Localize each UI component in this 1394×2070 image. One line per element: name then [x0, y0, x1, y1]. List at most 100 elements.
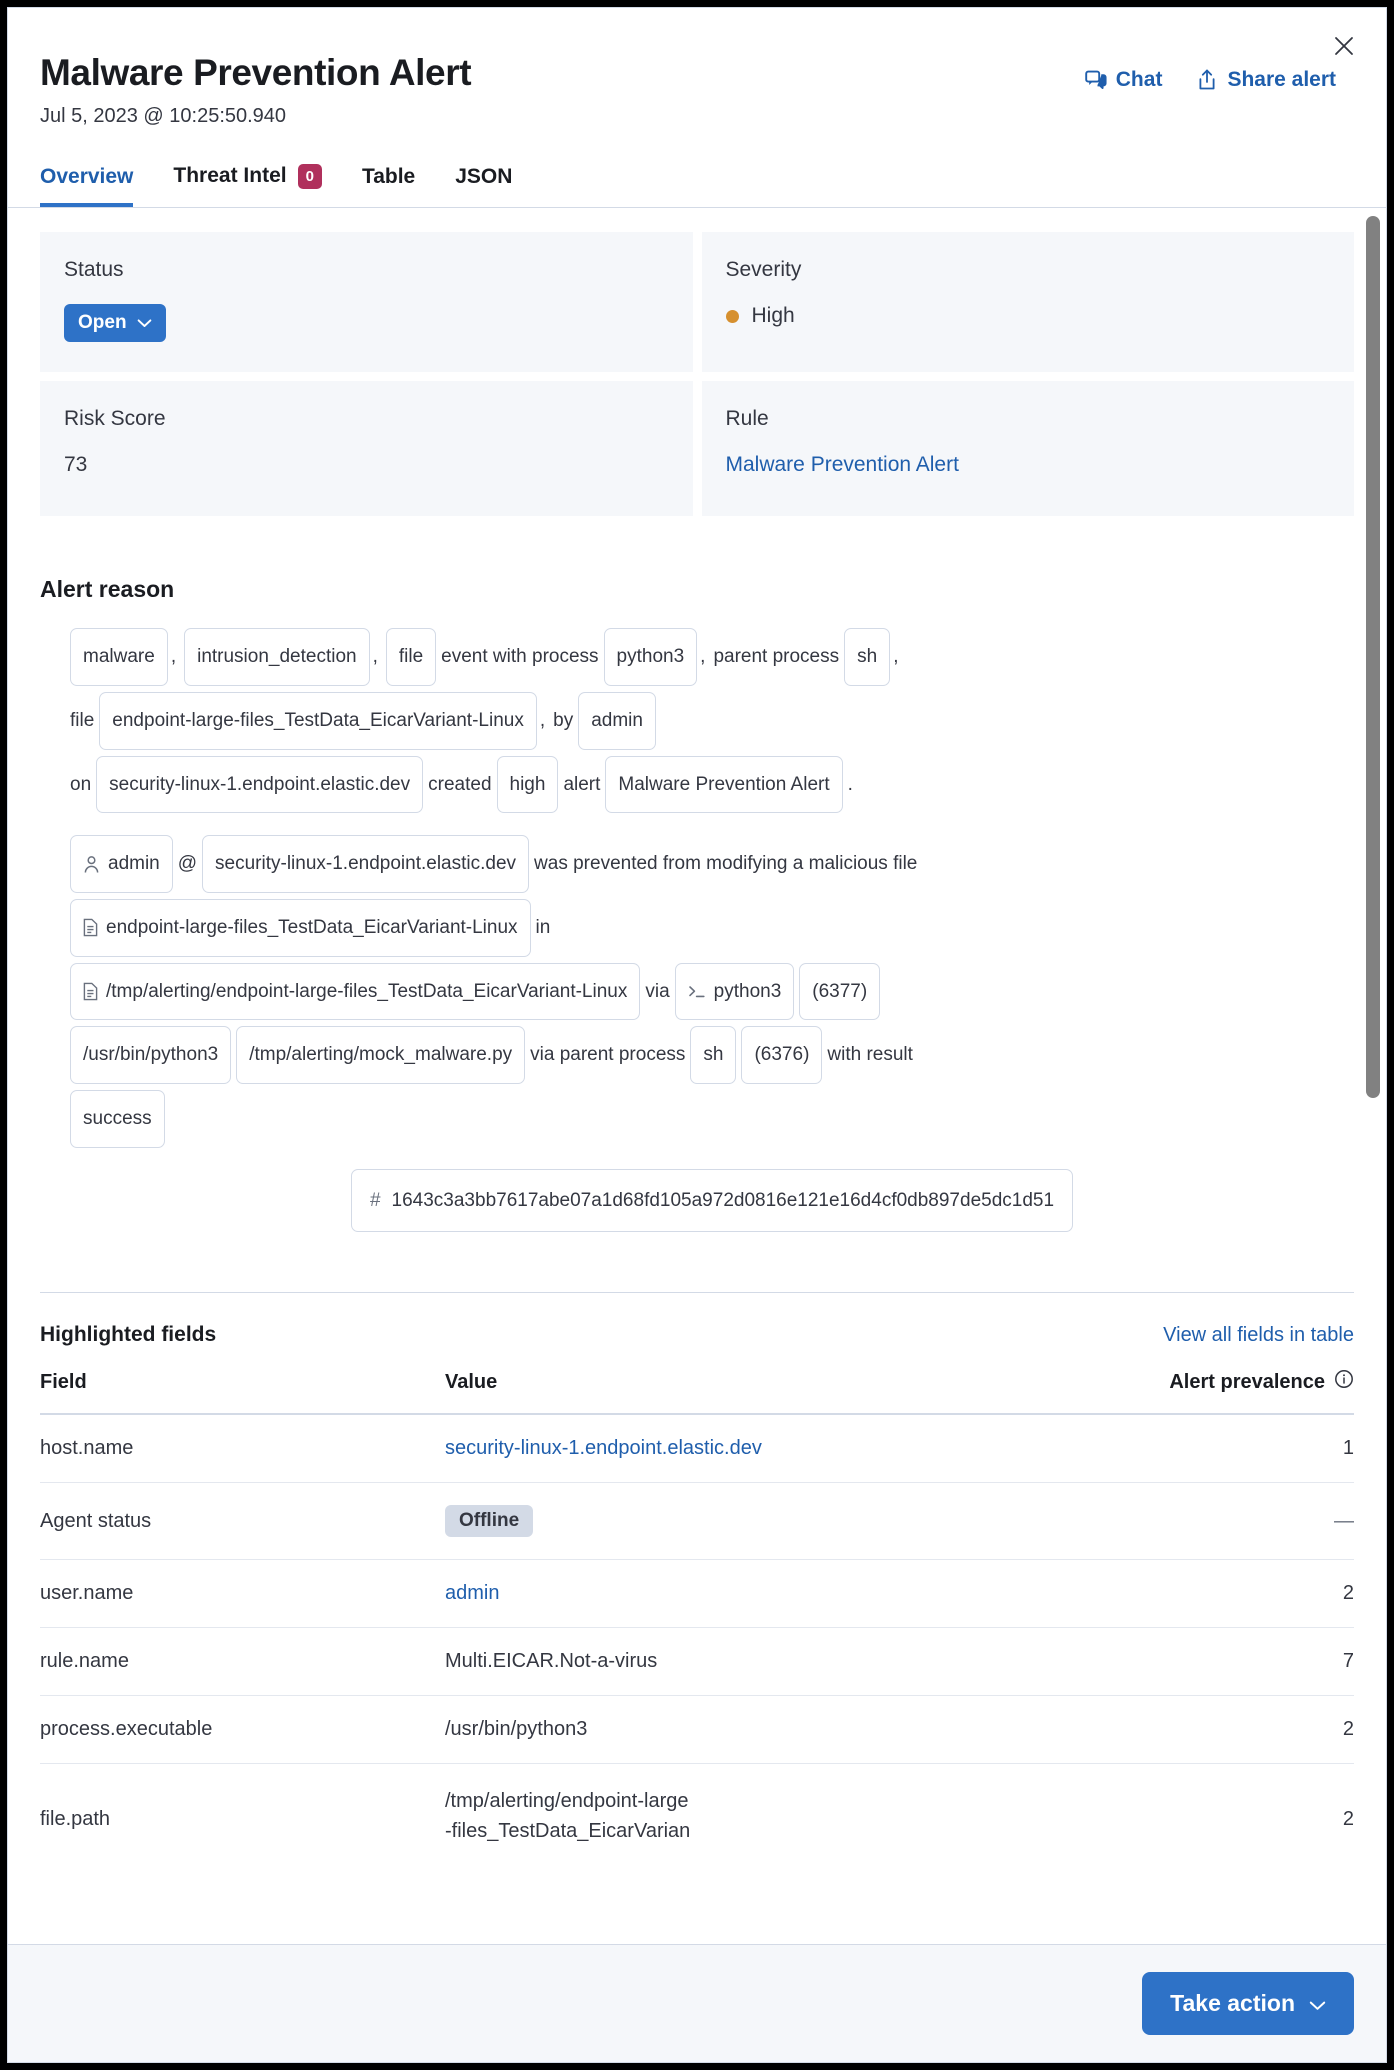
- field-name: host.name: [40, 1414, 445, 1484]
- status-dropdown-button[interactable]: Open: [64, 304, 166, 343]
- reason-text-file: file: [70, 709, 95, 731]
- token-process-executable[interactable]: /usr/bin/python3: [70, 1026, 232, 1085]
- chevron-down-icon: [1309, 1990, 1326, 2017]
- field-prevalence[interactable]: 2: [1104, 1559, 1354, 1629]
- token-parent-process-name[interactable]: sh: [690, 1026, 737, 1085]
- token-file-path[interactable]: /tmp/alerting/endpoint-large-files_TestD…: [70, 962, 641, 1021]
- tab-overview[interactable]: Overview: [40, 159, 134, 208]
- field-prevalence[interactable]: 1: [1104, 1414, 1354, 1484]
- risk-score-value: 73: [64, 453, 88, 477]
- scrollbar-thumb[interactable]: [1366, 216, 1380, 1099]
- column-header-value: Value: [445, 1369, 1104, 1416]
- overview-panel: Status Open Severity High Risk Score 73 …: [8, 208, 1386, 1944]
- severity-dot-icon: [725, 309, 739, 323]
- reason-text-on: on: [70, 773, 92, 795]
- reason-text-period: .: [847, 773, 853, 795]
- token-process-name[interactable]: python3: [603, 628, 698, 686]
- chevron-down-icon: [137, 312, 152, 334]
- token-process-args[interactable]: /tmp/alerting/mock_malware.py: [236, 1026, 526, 1085]
- token-file-name[interactable]: endpoint-large-files_TestData_EicarVaria…: [70, 899, 531, 957]
- token-rule-name[interactable]: Malware Prevention Alert: [605, 755, 843, 814]
- tab-json[interactable]: JSON: [455, 159, 512, 207]
- token-host-name[interactable]: security-linux-1.endpoint.elastic.dev: [202, 835, 530, 894]
- info-icon[interactable]: [1334, 1369, 1354, 1395]
- tab-threat-intel-label: Threat Intel: [173, 164, 287, 188]
- reason-line-3: on security-linux-1.endpoint.elastic.dev…: [70, 753, 1354, 817]
- token-event-outcome[interactable]: success: [70, 1090, 165, 1148]
- column-header-prevalence-label: Alert prevalence: [1169, 1370, 1325, 1393]
- reason-text-via: via: [645, 980, 670, 1002]
- table-row: Agent status Offline —: [40, 1482, 1354, 1561]
- take-action-button[interactable]: Take action: [1142, 1972, 1354, 2035]
- field-value: Multi.EICAR.Not-a-virus: [445, 1627, 1104, 1697]
- host-name-link[interactable]: security-linux-1.endpoint.elastic.dev: [445, 1437, 762, 1459]
- token-file-name[interactable]: endpoint-large-files_TestData_EicarVaria…: [99, 691, 537, 750]
- field-prevalence: —: [1104, 1482, 1354, 1561]
- section-divider: [40, 1292, 1354, 1294]
- alert-reason-content: malware , intrusion_detection , file eve…: [40, 625, 1354, 1233]
- highlighted-fields-table: Field Value Alert prevalence host.name s…: [40, 1369, 1354, 1874]
- chat-icon: [1085, 69, 1107, 91]
- share-alert-button[interactable]: Share alert: [1196, 68, 1336, 92]
- token-parent-process-pid[interactable]: (6376): [741, 1026, 823, 1085]
- close-icon[interactable]: [1326, 28, 1362, 64]
- view-all-fields-link[interactable]: View all fields in table: [1163, 1324, 1354, 1347]
- field-name: rule.name: [40, 1627, 445, 1697]
- field-name: file.path: [40, 1807, 111, 1830]
- rule-link[interactable]: Malware Prevention Alert: [726, 453, 1331, 477]
- token-parent-process-name[interactable]: sh: [844, 628, 891, 686]
- field-value: /tmp/alerting/endpoint-large-files_TestD…: [445, 1764, 1104, 1875]
- field-prevalence[interactable]: 2: [1104, 1764, 1354, 1875]
- field-prevalence[interactable]: 2: [1104, 1695, 1354, 1765]
- token-severity[interactable]: high: [496, 755, 559, 814]
- rule-card: Rule Malware Prevention Alert: [701, 381, 1354, 517]
- token-user-name-label: admin: [108, 853, 160, 875]
- reason-text-parent-process: parent process: [713, 646, 840, 668]
- reason-text-with-result: with result: [827, 1044, 913, 1066]
- take-action-label: Take action: [1170, 1990, 1295, 2016]
- table-row: rule.name Multi.EICAR.Not-a-virus 7: [40, 1627, 1354, 1697]
- reason-text-prevented: was prevented from modifying a malicious…: [534, 853, 918, 875]
- alert-reason-title: Alert reason: [40, 576, 175, 603]
- token-process-name[interactable]: python3: [674, 962, 795, 1021]
- chat-button[interactable]: Chat: [1085, 68, 1162, 92]
- token-event-category-malware[interactable]: malware: [70, 628, 168, 686]
- table-row: user.name admin 2: [40, 1559, 1354, 1629]
- token-process-pid[interactable]: (6377): [799, 962, 881, 1021]
- file-hash-value: 1643c3a3bb7617abe07a1d68fd105a972d0816e1…: [391, 1189, 1055, 1211]
- token-file-path-label: /tmp/alerting/endpoint-large-files_TestD…: [106, 980, 628, 1002]
- reason-text-created: created: [428, 773, 492, 795]
- token-user-name[interactable]: admin: [70, 835, 173, 894]
- field-value: security-linux-1.endpoint.elastic.dev: [445, 1414, 1104, 1484]
- summary-cards: Status Open Severity High Risk Score 73 …: [40, 232, 1354, 517]
- severity-value-row: High: [725, 304, 1331, 328]
- token-host-name[interactable]: security-linux-1.endpoint.elastic.dev: [96, 755, 424, 814]
- flyout-body: Status Open Severity High Risk Score 73 …: [8, 207, 1386, 1944]
- user-name-link[interactable]: admin: [445, 1582, 499, 1604]
- field-prevalence[interactable]: 7: [1104, 1627, 1354, 1697]
- status-value: Open: [78, 312, 127, 334]
- reason-hash-row: #1643c3a3bb7617abe07a1d68fd105a972d0816e…: [70, 1168, 1354, 1233]
- status-card: Status Open: [40, 232, 693, 373]
- tab-table-label: Table: [361, 165, 416, 189]
- status-label: Status: [64, 258, 124, 282]
- reason-comma: ,: [893, 646, 899, 668]
- token-user-name[interactable]: admin: [578, 691, 656, 750]
- column-header-field: Field: [40, 1369, 445, 1416]
- user-icon: [83, 855, 100, 874]
- token-event-category-file[interactable]: file: [385, 628, 437, 686]
- reason-comma: ,: [700, 646, 706, 668]
- status-badge: Offline: [445, 1505, 534, 1538]
- severity-card: Severity High: [701, 232, 1354, 373]
- tab-bar: Overview Threat Intel 0 Table JSON: [40, 158, 1354, 208]
- token-event-category-intrusion-detection[interactable]: intrusion_detection: [184, 628, 370, 686]
- reason-comma: ,: [539, 709, 546, 731]
- tab-table[interactable]: Table: [362, 159, 415, 207]
- token-file-hash[interactable]: #1643c3a3bb7617abe07a1d68fd105a972d0816e…: [350, 1168, 1074, 1233]
- file-icon: [83, 982, 98, 1001]
- tab-overview-label: Overview: [40, 165, 134, 189]
- vertical-scrollbar[interactable]: [1366, 216, 1380, 1936]
- risk-score-label: Risk Score: [64, 407, 166, 431]
- highlighted-fields-title: Highlighted fields: [40, 1323, 217, 1347]
- tab-threat-intel[interactable]: Threat Intel 0: [173, 158, 322, 208]
